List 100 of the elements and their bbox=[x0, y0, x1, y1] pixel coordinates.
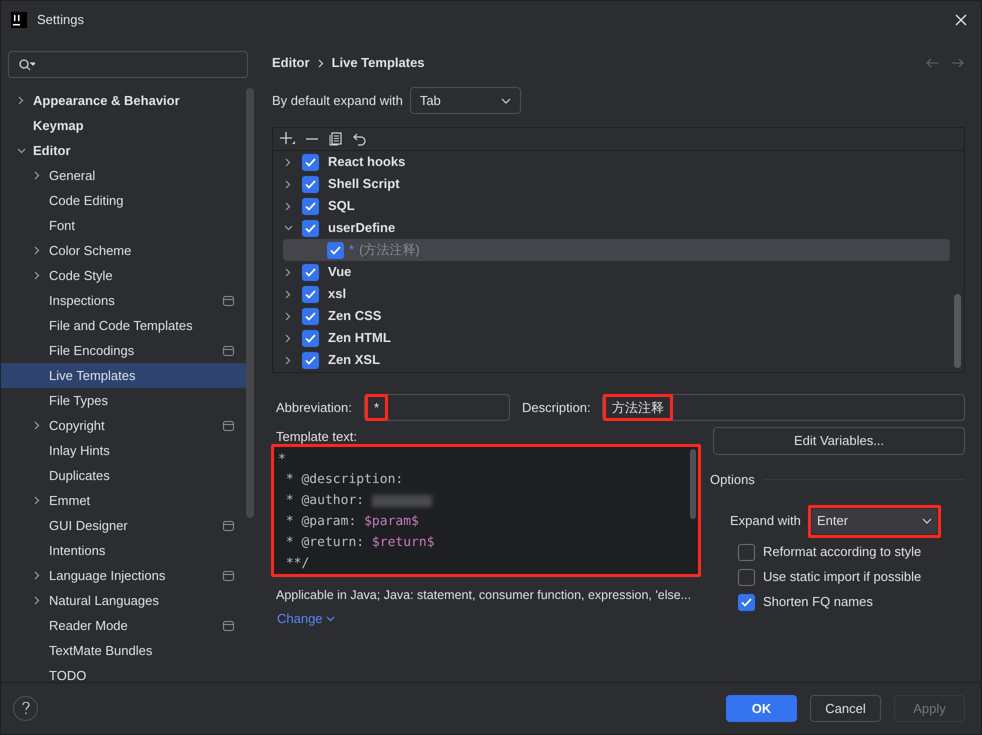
checkbox[interactable] bbox=[302, 308, 319, 324]
sidebar-item[interactable]: Keymap bbox=[1, 113, 246, 138]
expand-with-dropdown[interactable]: Enter bbox=[812, 508, 937, 534]
chevron-right-icon[interactable] bbox=[285, 268, 291, 276]
help-button[interactable] bbox=[13, 696, 38, 721]
checkbox[interactable] bbox=[302, 264, 319, 280]
window-title: Settings bbox=[37, 11, 84, 30]
sidebar-item[interactable]: Appearance & Behavior bbox=[1, 88, 246, 113]
chevron-right-icon[interactable] bbox=[285, 202, 291, 210]
checkbox[interactable] bbox=[302, 330, 319, 346]
help-icon bbox=[22, 702, 30, 715]
breadcrumb-item[interactable]: Editor bbox=[272, 53, 310, 73]
sidebar-item[interactable]: Editor bbox=[1, 138, 246, 163]
checkbox[interactable] bbox=[738, 594, 755, 610]
scrollbar[interactable] bbox=[690, 449, 696, 519]
dialog-button[interactable]: OK bbox=[726, 695, 797, 722]
chevron-right-icon[interactable] bbox=[285, 356, 291, 364]
breadcrumb-item: Live Templates bbox=[332, 54, 425, 72]
search-field[interactable] bbox=[8, 51, 248, 78]
sidebar-item[interactable]: Inlay Hints bbox=[1, 438, 246, 463]
sidebar-item[interactable]: General bbox=[1, 163, 246, 188]
checkmark-icon bbox=[305, 224, 316, 232]
edit-variables-button[interactable]: Edit Variables... bbox=[713, 427, 965, 455]
description-field[interactable]: 方法注释 bbox=[602, 394, 965, 421]
checkmark-icon bbox=[305, 158, 316, 166]
abbreviation-field[interactable]: * bbox=[364, 394, 510, 421]
sidebar-item[interactable]: Code Editing bbox=[1, 188, 246, 213]
template-group-label: userDefine bbox=[328, 219, 396, 238]
template-group-label: React hooks bbox=[328, 153, 406, 172]
app-logo-icon bbox=[11, 12, 27, 28]
checkbox[interactable] bbox=[738, 544, 755, 560]
checkbox[interactable] bbox=[302, 154, 319, 170]
chevron-right-icon[interactable] bbox=[34, 421, 40, 430]
checkbox[interactable] bbox=[302, 220, 319, 236]
code-text: * @param: bbox=[284, 513, 358, 532]
close-icon[interactable] bbox=[955, 14, 967, 26]
field-label: By default expand with bbox=[272, 92, 403, 110]
field-label: Abbreviation: bbox=[276, 398, 353, 417]
checkbox[interactable] bbox=[302, 286, 319, 302]
checkbox[interactable] bbox=[302, 352, 319, 368]
dialog-button[interactable]: Cancel bbox=[810, 695, 881, 722]
chevron-right-icon[interactable] bbox=[18, 96, 24, 105]
checkmark-icon bbox=[305, 312, 316, 320]
checkbox[interactable] bbox=[302, 198, 319, 214]
checkbox[interactable] bbox=[327, 242, 344, 258]
change-link[interactable]: Change bbox=[277, 608, 323, 628]
checkmark-icon bbox=[330, 246, 341, 254]
sidebar-item[interactable]: Code Style bbox=[1, 263, 246, 288]
sidebar-item[interactable]: TODO bbox=[1, 663, 246, 682]
template-variable: $return$ bbox=[372, 534, 435, 552]
add-icon[interactable] bbox=[279, 131, 295, 147]
checkmark-icon bbox=[305, 290, 316, 298]
template-text-editor[interactable]: * * @description: * @author: * @param: $param$ * @return: $return$ **/ bbox=[271, 444, 701, 577]
chevron-right-icon[interactable] bbox=[285, 334, 291, 342]
chevron-right-icon[interactable] bbox=[34, 596, 40, 605]
sidebar-item[interactable]: Font bbox=[1, 213, 246, 238]
chevron-right-icon[interactable] bbox=[34, 271, 40, 280]
copy-icon[interactable] bbox=[329, 132, 343, 146]
chevron-right-icon[interactable] bbox=[34, 171, 40, 180]
sidebar-item[interactable]: GUI Designer bbox=[1, 513, 246, 538]
chevron-right-icon[interactable] bbox=[285, 180, 291, 188]
template-group-label: Zen CSS bbox=[328, 307, 382, 326]
applicable-contexts-text: Applicable in Java; Java: statement, consumer function, expression, 'else... bbox=[276, 587, 692, 604]
sidebar-item[interactable]: Duplicates bbox=[1, 463, 246, 488]
chevron-down-icon[interactable] bbox=[16, 148, 26, 154]
chevron-right-icon[interactable] bbox=[285, 158, 291, 166]
scrollbar[interactable] bbox=[246, 88, 254, 518]
sidebar-item[interactable]: Intentions bbox=[1, 538, 246, 563]
field-label: Template text: bbox=[276, 428, 358, 444]
template-group-label: Zen XSL bbox=[328, 351, 380, 370]
chevron-down-icon bbox=[922, 518, 932, 524]
checkbox[interactable] bbox=[302, 176, 319, 192]
chevron-down-icon[interactable] bbox=[284, 225, 292, 231]
chevron-right-icon[interactable] bbox=[285, 312, 291, 320]
chevron-right-icon[interactable] bbox=[285, 290, 291, 298]
section-title: Options bbox=[710, 471, 755, 489]
sidebar-item[interactable]: Color Scheme bbox=[1, 238, 246, 263]
sidebar-item[interactable]: File Types bbox=[1, 388, 246, 413]
sidebar-item[interactable]: Language Injections bbox=[1, 563, 246, 588]
scrollbar[interactable] bbox=[954, 294, 961, 368]
sidebar-item[interactable]: Natural Languages bbox=[1, 588, 246, 613]
sidebar-item[interactable]: Copyright bbox=[1, 413, 246, 438]
checkbox[interactable] bbox=[738, 568, 755, 586]
sidebar-item[interactable]: Live Templates bbox=[1, 363, 246, 388]
chevron-right-icon[interactable] bbox=[34, 246, 40, 255]
sidebar-item[interactable]: Reader Mode bbox=[1, 613, 246, 638]
highlight-frame: * bbox=[365, 394, 388, 421]
template-group-label: Zen HTML bbox=[328, 329, 391, 348]
redaction-mark bbox=[372, 495, 432, 508]
undo-icon[interactable] bbox=[353, 132, 367, 146]
expand-key-dropdown[interactable]: Tab bbox=[410, 87, 521, 114]
template-group-label: Vue bbox=[328, 263, 352, 282]
sidebar-item[interactable]: File Encodings bbox=[1, 338, 246, 363]
template-group-label: Shell Script bbox=[328, 175, 400, 194]
sidebar-item[interactable]: Inspections bbox=[1, 288, 246, 313]
sidebar-item[interactable]: Emmet bbox=[1, 488, 246, 513]
sidebar-item[interactable]: File and Code Templates bbox=[1, 313, 246, 338]
chevron-right-icon[interactable] bbox=[34, 571, 40, 580]
chevron-right-icon[interactable] bbox=[34, 496, 40, 505]
sidebar-item[interactable]: TextMate Bundles bbox=[1, 638, 246, 663]
